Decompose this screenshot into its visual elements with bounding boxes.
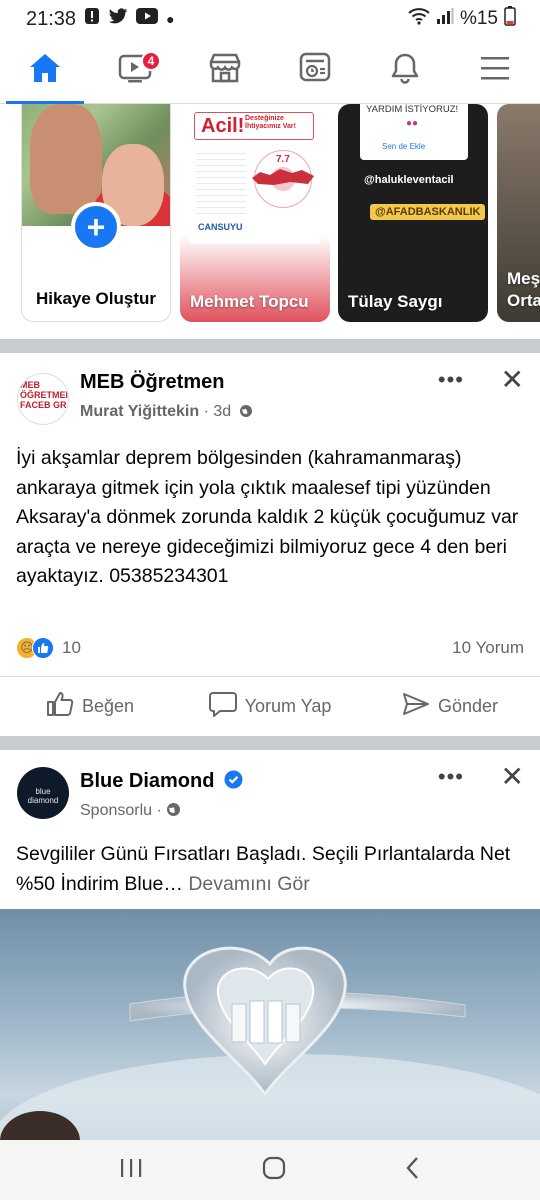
advertiser-name[interactable]: Blue Diamond	[80, 770, 243, 795]
post-header: MEB ÖĞRETMEN FACEB GR MEB Öğretmen Murat…	[0, 353, 540, 425]
advertiser-name-text: Blue Diamond	[80, 770, 215, 792]
globe-icon	[166, 802, 181, 822]
poster-magnitude: 7.7	[276, 154, 290, 165]
post-text: İyi akşamlar deprem bölgesinden (kahrama…	[16, 447, 519, 587]
story-poster: Acil! Desteğinize İhtiyacımız Var! 7.7 C…	[190, 104, 320, 244]
story-mention: @halukleventacil	[364, 174, 454, 186]
like-label: Beğen	[81, 696, 135, 716]
feed-separator	[0, 339, 540, 353]
comment-button[interactable]: Yorum Yap	[180, 691, 360, 722]
nav-news[interactable]	[270, 38, 360, 103]
avatar-text: blue diamond	[27, 787, 59, 805]
video-badge: 4	[141, 51, 161, 71]
globe-icon	[239, 404, 253, 423]
thumbs-up-icon	[46, 691, 74, 722]
story-label: Hikaye Oluştur	[36, 289, 156, 308]
nav-home[interactable]	[0, 38, 90, 104]
story-mention: @AFADBASKANLIK	[370, 204, 486, 220]
create-story-card[interactable]: + Hikaye Oluştur	[21, 104, 171, 322]
dot-separator: ·	[156, 802, 167, 819]
hamburger-menu-icon	[480, 55, 510, 86]
alert-icon	[84, 7, 100, 31]
story-author-name: Tülay Saygı	[348, 292, 443, 311]
nav-menu[interactable]	[450, 38, 540, 103]
like-button[interactable]: Beğen	[0, 691, 180, 722]
dot-icon: ●	[166, 11, 175, 27]
diamond-ring-image	[0, 946, 540, 1141]
back-icon[interactable]	[405, 1156, 421, 1185]
group-avatar[interactable]: MEB ÖĞRETMEN FACEB GR	[17, 373, 69, 425]
wifi-icon	[408, 7, 430, 31]
post-author[interactable]: Murat Yiğittekin	[80, 403, 199, 420]
stories-tray: + Hikaye Oluştur Acil! Desteğinize İhtiy…	[0, 104, 540, 342]
post-header: blue diamond Blue Diamond Sponsorlu · ••…	[0, 750, 540, 820]
battery-percent: %15	[459, 8, 498, 29]
home-button-icon[interactable]	[262, 1156, 286, 1185]
twitter-icon	[108, 7, 128, 31]
story-help-text: YARDIM İSTİYORUZ!	[366, 104, 459, 115]
post-actions: Beğen Yorum Yap Gönder	[0, 676, 540, 736]
ad-image[interactable]	[0, 909, 540, 1141]
comment-label: Yorum Yap	[244, 696, 332, 716]
send-label: Gönder	[437, 696, 499, 716]
status-bar: 21:38 ● %15	[0, 0, 540, 38]
send-button[interactable]: Gönder	[360, 691, 540, 722]
verified-badge-icon	[224, 770, 243, 795]
poster-sub: Desteğinize İhtiyacımız Var!	[245, 115, 296, 130]
ad-text: Sevgililer Günü Fırsatları Başladı. Seçi…	[16, 840, 528, 899]
dot-separator: ·	[203, 403, 214, 420]
story-add-text: Sen de Ekle	[382, 142, 426, 151]
nav-notifications[interactable]	[360, 38, 450, 103]
story-card[interactable]: YARDIM İSTİYORUZ! ●● Sen de Ekle @halukl…	[338, 104, 488, 322]
signal-icon	[436, 8, 454, 30]
bell-icon	[389, 52, 421, 89]
post-subtitle: Sponsorlu ·	[80, 802, 181, 822]
close-icon[interactable]: ✕	[501, 760, 524, 793]
sponsored-label[interactable]: Sponsorlu	[80, 802, 152, 819]
youtube-icon	[136, 8, 159, 30]
reaction-count: 10	[62, 638, 81, 657]
see-more-link[interactable]: Devamını Gör	[188, 873, 309, 895]
recent-apps-icon[interactable]	[119, 1157, 143, 1184]
nav-video[interactable]: 4	[90, 38, 180, 103]
feed-separator	[0, 736, 540, 750]
news-clock-icon	[298, 52, 332, 89]
more-options-icon[interactable]: •••	[438, 367, 464, 393]
post-group-name[interactable]: MEB Öğretmen	[80, 371, 224, 394]
home-icon	[28, 52, 62, 89]
poster-brand: CANSUYU	[198, 222, 243, 232]
marketplace-icon	[208, 52, 242, 89]
poster-headline: Acil!	[201, 115, 245, 137]
story-card[interactable]: Meş Orta	[497, 104, 540, 322]
advertiser-avatar[interactable]: blue diamond	[17, 767, 69, 819]
post-time[interactable]: 3d	[213, 403, 231, 420]
system-navigation-bar	[0, 1140, 540, 1200]
status-time: 21:38	[26, 7, 77, 30]
battery-icon	[504, 6, 516, 32]
story-card[interactable]: Acil! Desteğinize İhtiyacımız Var! 7.7 C…	[180, 104, 330, 322]
reactions-bar[interactable]: ☹ 10 10 Yorum	[16, 636, 524, 660]
comment-icon	[208, 691, 237, 722]
avatar-text: MEB ÖĞRETMEN FACEB GR	[20, 380, 69, 410]
close-icon[interactable]: ✕	[501, 363, 524, 396]
more-options-icon[interactable]: •••	[438, 764, 464, 790]
story-author-name: Meş Orta	[507, 269, 540, 310]
post-subtitle: Murat Yiğittekin · 3d	[80, 403, 253, 423]
send-icon	[402, 691, 430, 722]
nav-marketplace[interactable]	[180, 38, 270, 103]
like-reaction-icon	[32, 637, 54, 659]
comment-count[interactable]: 10 Yorum	[452, 638, 524, 658]
story-author-name: Mehmet Topcu	[190, 292, 309, 311]
top-navigation: 4	[0, 38, 540, 104]
